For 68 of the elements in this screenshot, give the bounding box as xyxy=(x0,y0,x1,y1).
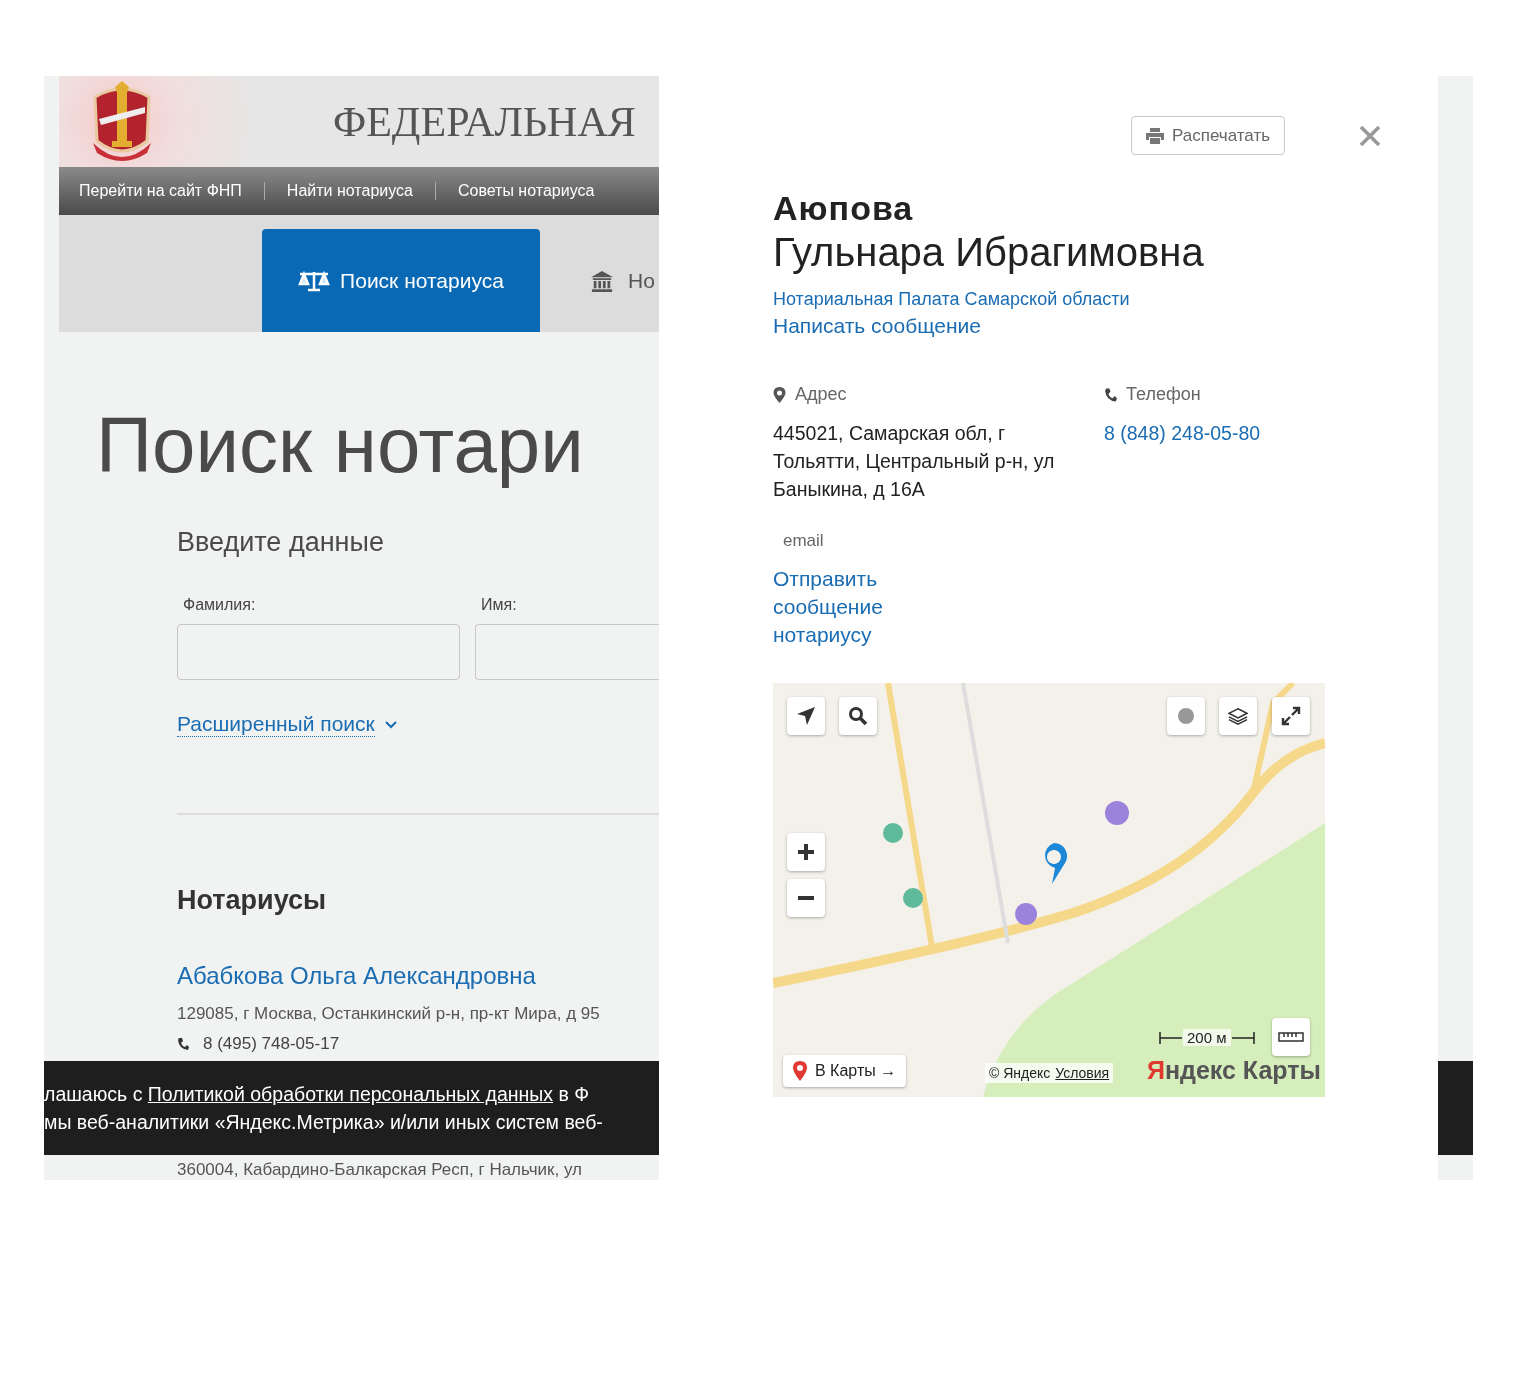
notary-phone: 8 (495) 748-05-17 xyxy=(203,1034,340,1054)
plus-icon xyxy=(796,842,816,862)
address-label: Адрес xyxy=(795,384,847,405)
layers-button[interactable] xyxy=(1219,697,1257,735)
phone-label: Телефон xyxy=(1126,384,1201,405)
place-marker-icon xyxy=(1015,903,1037,925)
locate-button[interactable] xyxy=(787,697,825,735)
museum-marker-icon xyxy=(903,888,923,908)
scale-bracket-icon xyxy=(1230,1030,1255,1045)
chevron-down-icon xyxy=(384,720,397,729)
tab[interactable]: Поиск нотариуса xyxy=(262,229,540,332)
location-pin-icon xyxy=(773,386,786,403)
copyright-text: © Яндекс xyxy=(989,1065,1051,1081)
tab[interactable]: Но xyxy=(586,229,655,332)
circle-icon xyxy=(1176,706,1196,726)
phone-icon xyxy=(1104,386,1117,403)
advanced-search-link[interactable]: Расширенный поиск xyxy=(177,712,375,737)
nav-link[interactable]: Найти нотариуса xyxy=(263,182,435,200)
place-marker-icon xyxy=(1105,801,1129,825)
phone-link[interactable]: 8 (848) 248-05-80 xyxy=(1104,419,1261,447)
layers-icon xyxy=(1228,706,1248,726)
field-label: Имя: xyxy=(481,596,518,614)
printer-icon xyxy=(1146,127,1164,144)
phone-icon xyxy=(177,1037,189,1051)
notary-surname: Аюпова xyxy=(773,189,914,228)
site-title: ФЕДЕРАЛЬНАЯ xyxy=(333,97,636,146)
write-message-link[interactable]: Написать сообщение xyxy=(773,314,981,338)
expand-icon xyxy=(1281,706,1301,726)
page-title: Поиск нотари xyxy=(96,400,585,491)
map-scale-label: 200 м xyxy=(1183,1029,1231,1046)
navigation-arrow-icon xyxy=(796,706,816,726)
nav-link[interactable]: Советы нотариуса xyxy=(434,182,617,200)
field-label: Фамилия: xyxy=(183,596,257,614)
input-field[interactable] xyxy=(177,624,460,680)
terms-link[interactable]: Условия xyxy=(1055,1065,1110,1081)
notary-name-link[interactable]: Абабкова Ольга Александровна xyxy=(177,962,659,990)
form-heading: Введите данные xyxy=(177,527,385,558)
notary-given-names: Гульнара Ибрагимовна xyxy=(773,230,1204,275)
close-button[interactable] xyxy=(1359,124,1382,147)
policy-link[interactable]: Политикой обработки персональных данных xyxy=(147,1083,554,1105)
consent-text: мы веб-аналитики «Яндекс.Метрика» и/или иных систем веб- xyxy=(44,1110,604,1135)
email-label: email xyxy=(783,531,824,551)
print-button[interactable]: Распечатать xyxy=(1131,116,1286,155)
chamber-link[interactable]: Нотариальная Палата Самарской области xyxy=(773,289,1130,310)
results-heading: Нотариусы xyxy=(177,885,328,916)
open-in-maps-button[interactable]: В Карты → xyxy=(783,1055,907,1087)
notary-address: 360004, Кабардино-Балкарская Респ, г Нальчик, ул xyxy=(177,1160,584,1180)
fullscreen-button[interactable] xyxy=(1272,697,1310,735)
send-message-link[interactable]: Отправить сообщение нотариусу xyxy=(773,565,913,649)
input-field[interactable] xyxy=(475,624,659,680)
nav-link[interactable]: Перейти на сайт ФНП xyxy=(79,182,264,200)
minus-icon xyxy=(796,896,816,900)
scales-icon xyxy=(298,269,331,292)
museum-marker-icon xyxy=(883,823,903,843)
address-value: 445021, Самарская обл, г Тольятти, Центральный р-н, ул Баныкина, д 16А xyxy=(773,421,1056,502)
ruler-icon xyxy=(1278,1031,1304,1043)
search-icon xyxy=(848,706,868,726)
zoom-in-button[interactable] xyxy=(787,833,825,871)
map-pin-icon xyxy=(793,1061,807,1081)
zoom-out-button[interactable] xyxy=(787,879,825,917)
map-search-button[interactable] xyxy=(839,697,877,735)
notary-address: 129085, г Москва, Останкинский р-н, пр-кт Мира, д 95 xyxy=(177,1004,601,1024)
close-icon xyxy=(1359,124,1382,147)
yandex-maps-logo: Яндекс Карты xyxy=(1147,1056,1321,1085)
ruler-button[interactable] xyxy=(1272,1018,1310,1056)
scale-bracket-icon xyxy=(1159,1030,1183,1045)
traffic-button[interactable] xyxy=(1167,697,1205,735)
consent-text: лашаюсь с Политикой обработки персональных данных в Ф xyxy=(44,1082,591,1107)
